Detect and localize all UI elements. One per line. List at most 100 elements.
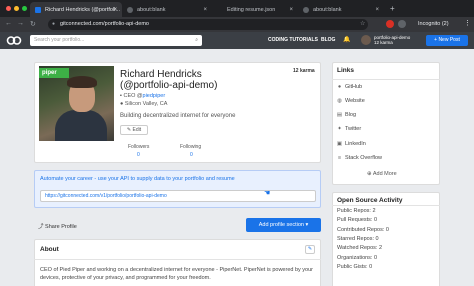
add-more-links-button[interactable]: ⊕ Add More <box>367 171 397 177</box>
profile-name-line1: Richard Hendricks <box>120 69 202 80</box>
new-post-button[interactable]: + New Post <box>426 35 468 46</box>
browser-tab-bar: Richard Hendricks (@portfoli... × about:… <box>0 0 474 17</box>
link-website[interactable]: ◍ Website <box>336 98 365 104</box>
close-tab-icon[interactable]: × <box>203 7 207 13</box>
api-url-field[interactable]: https://gitconnected.com/v1/portfolio/po… <box>40 190 316 202</box>
location-pin-icon: ● <box>120 101 124 107</box>
back-arrow-icon[interactable]: ← <box>5 20 12 27</box>
company-link[interactable]: piedpiper <box>143 93 166 99</box>
close-tab-icon[interactable]: × <box>289 7 293 13</box>
extension-record-icon[interactable] <box>386 20 394 28</box>
dropdown-caret-icon: ▾ <box>305 222 309 228</box>
stat-public-gists: Public Gists: 0 <box>337 264 373 270</box>
close-tab-icon[interactable]: × <box>113 7 117 13</box>
share-label: Share Profile <box>45 224 77 230</box>
browser-tab-profile[interactable]: Richard Hendricks (@portfoli... × <box>30 2 122 17</box>
tab-label: about:blank <box>313 6 342 13</box>
notifications-bell-icon[interactable]: 🔔 <box>343 36 350 43</box>
followers-label: Followers <box>128 144 150 150</box>
user-karma: 12 karma <box>374 40 393 45</box>
link-stack-overflow[interactable]: ≡ Stack Overflow <box>336 155 382 161</box>
browser-menu-icon[interactable]: ⋮ <box>464 19 471 27</box>
stat-starred-repos: Starred Repos: 0 <box>337 236 379 242</box>
incognito-indicator[interactable]: Incognito (2) <box>418 19 449 30</box>
link-blog[interactable]: ▤ Blog <box>336 112 356 118</box>
profile-headline: Building decentralized internet for ever… <box>120 113 236 119</box>
share-profile-button[interactable]: ⤴ Share Profile <box>38 222 77 230</box>
link-label: GitHub <box>345 84 363 90</box>
about-title: About <box>40 246 59 253</box>
edit-about-button[interactable]: ✎ <box>305 245 315 254</box>
role-prefix: CEO @ <box>123 93 143 99</box>
globe-icon <box>303 6 309 13</box>
maximize-window-icon[interactable] <box>22 6 27 11</box>
edit-label: Edit <box>132 127 142 133</box>
profile-location: ● Silicon Valley, CA <box>120 101 167 107</box>
forward-arrow-icon[interactable]: → <box>17 20 24 27</box>
following-count[interactable]: 0 <box>190 152 193 158</box>
link-label: LinkedIn <box>345 141 366 147</box>
url-text: gitconnected.com/portfolio-api-demo <box>60 21 149 27</box>
profile-handle: (@portfolio-api-demo) <box>120 80 218 91</box>
new-tab-icon[interactable]: + <box>390 4 395 13</box>
search-icon[interactable]: ⌕ <box>195 35 198 46</box>
open-source-title: Open Source Activity <box>337 197 403 204</box>
photo-banner-text: piper <box>39 68 69 78</box>
minimize-window-icon[interactable] <box>14 6 19 11</box>
add-more-label: Add More <box>372 171 397 177</box>
close-window-icon[interactable] <box>6 6 11 11</box>
link-github[interactable]: ● GitHub <box>336 84 362 90</box>
stat-pull-requests: Pull Requests: 0 <box>337 217 378 223</box>
profile-name: Richard Hendricks (@portfolio-api-demo) <box>120 69 217 91</box>
browser-tab-editing-resume[interactable]: Editing resume.json × <box>212 2 298 17</box>
coding-tutorials-link[interactable]: CODING TUTORIALS <box>268 37 318 43</box>
tab-label: Editing resume.json <box>227 6 276 13</box>
tab-label: Richard Hendricks (@portfoli... <box>45 6 120 13</box>
browser-tab-blank-1[interactable]: about:blank × <box>122 2 212 17</box>
stat-organizations: Organizations: 0 <box>337 255 378 261</box>
url-bar[interactable]: ● gitconnected.com/portfolio-api-demo <box>48 19 368 30</box>
gitconnected-favicon-icon <box>35 6 41 13</box>
about-text: CEO of Pied Piper and working on a decen… <box>40 267 314 281</box>
search-input[interactable]: Search your portfolio... ⌕ <box>30 35 202 46</box>
briefcase-icon: ▪ <box>120 93 122 99</box>
add-profile-section-button[interactable]: Add profile section ▾ <box>246 218 321 232</box>
browser-tab-blank-2[interactable]: about:blank × <box>298 2 384 17</box>
link-label: Stack Overflow <box>345 155 382 161</box>
links-card <box>332 62 440 185</box>
lock-icon: ● <box>52 21 56 27</box>
close-tab-icon[interactable]: × <box>375 7 379 13</box>
link-label: Blog <box>345 112 357 118</box>
followers-count[interactable]: 0 <box>137 152 140 158</box>
user-menu[interactable]: portfolio-api-demo 12 karma <box>374 35 410 45</box>
stat-contributed-repos: Contributed Repos: 0 <box>337 227 389 233</box>
mouse-cursor-icon: ☚ <box>264 190 271 197</box>
api-banner-text[interactable]: Automate your career - use your API to s… <box>40 176 235 182</box>
extension-icon[interactable] <box>398 20 406 28</box>
browser-toolbar: ← → ↻ ● gitconnected.com/portfolio-api-d… <box>0 17 474 32</box>
pencil-icon: ✎ <box>126 127 132 133</box>
link-twitter[interactable]: ✦ Twitter <box>336 126 361 132</box>
add-section-label: Add profile section <box>258 222 304 228</box>
avatar[interactable] <box>361 35 371 45</box>
pencil-icon: ✎ <box>307 246 313 252</box>
blog-link[interactable]: BLOG <box>321 37 335 43</box>
divider <box>332 205 440 206</box>
bookmark-star-icon[interactable]: ☆ <box>360 20 365 27</box>
blog-icon: ▤ <box>336 112 343 118</box>
reload-icon[interactable]: ↻ <box>30 20 36 28</box>
search-placeholder: Search your portfolio... <box>34 37 85 43</box>
link-label: Website <box>345 98 365 104</box>
globe-icon <box>127 6 133 13</box>
stack-overflow-icon: ≡ <box>337 155 342 161</box>
link-linkedin[interactable]: ▣ LinkedIn <box>336 141 366 147</box>
profile-photo: piper <box>39 66 114 141</box>
stat-watched-repos: Watched Repos: 2 <box>337 245 383 251</box>
photo-hair <box>67 76 97 88</box>
gitconnected-logo-icon[interactable] <box>6 35 22 46</box>
karma-badge: 12 karma <box>293 68 315 74</box>
incognito-label: Incognito (2) <box>418 21 449 27</box>
edit-profile-button[interactable]: ✎ Edit <box>120 125 148 135</box>
links-title: Links <box>337 67 354 74</box>
globe-icon: ◍ <box>337 98 342 104</box>
